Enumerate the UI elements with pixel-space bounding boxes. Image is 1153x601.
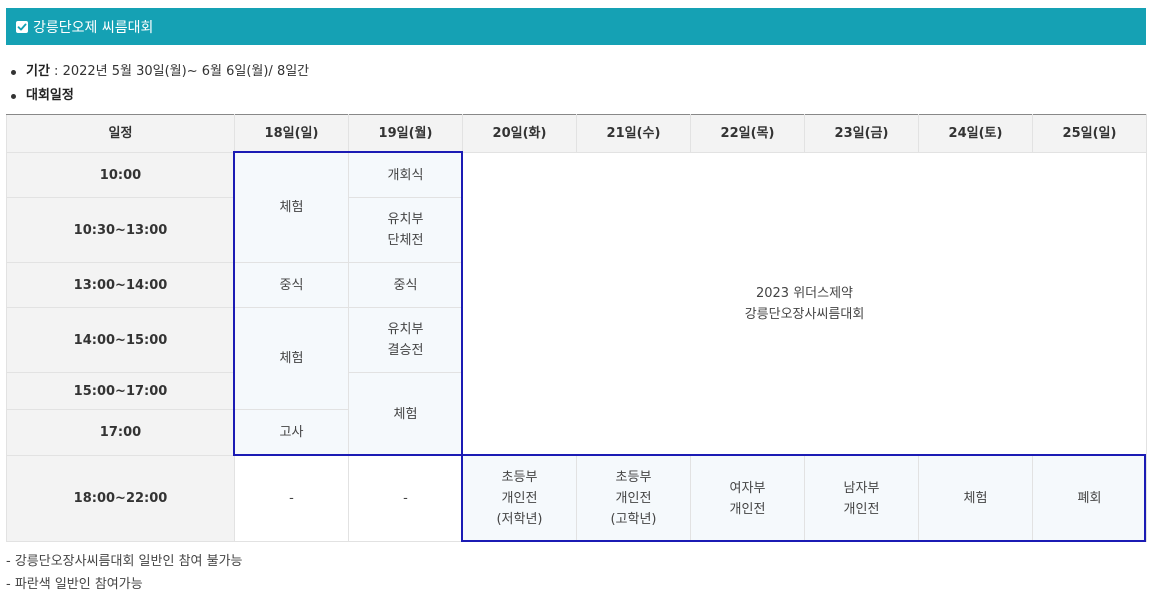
- info-list: 기간 : 2022년 5월 30일(월)~ 6월 6일(월)/ 8일간 대회일정: [8, 61, 309, 109]
- event-cell: 체험: [348, 372, 463, 456]
- tournament-cell: 2023 위더스제약 강릉단오장사씨름대회: [462, 152, 1147, 456]
- column-header: 일정: [6, 114, 235, 153]
- note-line: - 강릉단오장사씨름대회 일반인 참여 불가능: [6, 554, 243, 569]
- time-cell: 15:00~17:00: [6, 372, 235, 410]
- time-cell: 10:30~13:00: [6, 197, 235, 263]
- event-cell: 유치부 단체전: [348, 197, 463, 263]
- table-row: 18:00~22:00 - - 초등부 개인전 (저학년) 초등부 개인전 (고…: [6, 455, 1147, 542]
- time-cell: 17:00: [6, 409, 235, 456]
- column-header: 22일(목): [690, 114, 805, 153]
- period-item: 기간 : 2022년 5월 30일(월)~ 6월 6일(월)/ 8일간: [8, 61, 309, 85]
- time-cell: 13:00~14:00: [6, 262, 235, 308]
- event-cell: 개회식: [348, 152, 463, 198]
- column-header: 24일(토): [918, 114, 1033, 153]
- event-cell: 남자부 개인전: [804, 455, 919, 542]
- column-header: 20일(화): [462, 114, 577, 153]
- table-row: 10:00 체험 개회식 2023 위더스제약 강릉단오장사씨름대회: [6, 152, 1147, 456]
- section-title: 강릉단오제 씨름대회: [33, 19, 154, 36]
- event-cell: 체험: [234, 152, 349, 263]
- notes: - 강릉단오장사씨름대회 일반인 참여 불가능 - 파란색 일반인 참여가능: [6, 550, 243, 596]
- schedule-label: 대회일정: [26, 88, 74, 103]
- event-cell: 초등부 개인전 (저학년): [462, 455, 577, 542]
- time-cell: 18:00~22:00: [6, 455, 235, 542]
- event-cell: 폐회: [1032, 455, 1147, 542]
- schedule-table: 일정 18일(일) 19일(월) 20일(화) 21일(수) 22일(목) 23…: [6, 114, 1147, 542]
- period-value: : 2022년 5월 30일(월)~ 6월 6일(월)/ 8일간: [49, 64, 310, 79]
- time-cell: 14:00~15:00: [6, 307, 235, 373]
- table-header-row: 일정 18일(일) 19일(월) 20일(화) 21일(수) 22일(목) 23…: [6, 114, 1147, 153]
- schedule-item: 대회일정: [8, 85, 309, 109]
- column-header: 21일(수): [576, 114, 691, 153]
- event-cell: 체험: [234, 307, 349, 410]
- event-cell: 고사: [234, 409, 349, 456]
- event-cell: 중식: [234, 262, 349, 308]
- column-header: 18일(일): [234, 114, 349, 153]
- event-cell: 여자부 개인전: [690, 455, 805, 542]
- checkbox-icon: [16, 20, 28, 33]
- event-cell: 체험: [918, 455, 1033, 542]
- event-cell: 중식: [348, 262, 463, 308]
- note-line: - 파란색 일반인 참여가능: [6, 577, 143, 592]
- time-cell: 10:00: [6, 152, 235, 198]
- event-cell: 초등부 개인전 (고학년): [576, 455, 691, 542]
- column-header: 19일(월): [348, 114, 463, 153]
- section-title-bar: 강릉단오제 씨름대회: [6, 8, 1146, 45]
- period-label: 기간: [26, 64, 50, 79]
- event-cell: -: [348, 455, 463, 542]
- event-cell: -: [234, 455, 349, 542]
- event-cell: 유치부 결승전: [348, 307, 463, 373]
- column-header: 23일(금): [804, 114, 919, 153]
- column-header: 25일(일): [1032, 114, 1147, 153]
